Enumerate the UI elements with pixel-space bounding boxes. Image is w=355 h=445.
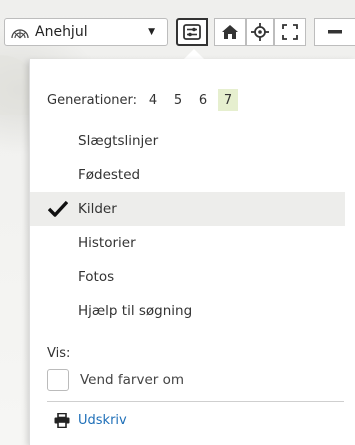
fullscreen-button[interactable] (274, 18, 306, 46)
menu-item-label: Fotos (78, 269, 115, 285)
menu-item-label: Fødested (78, 167, 141, 183)
menu-item-label: Hjælp til søgning (78, 303, 193, 319)
generations-row: Generationer: 4 5 6 7 (47, 89, 243, 111)
center-button[interactable] (246, 18, 274, 46)
fullscreen-icon (282, 24, 298, 40)
settings-dropdown-panel: Generationer: 4 5 6 7 Slægtslinjer Fødes… (29, 59, 355, 445)
chart-type-select[interactable]: Anehjul ▼ (4, 18, 168, 46)
divider (47, 401, 344, 402)
generation-option-4[interactable]: 4 (143, 89, 163, 111)
panel-pointer (184, 49, 204, 59)
chart-toolbar: Anehjul ▼ (0, 0, 355, 46)
menu-item-label: Slægtslinjer (78, 133, 159, 149)
invert-colors-option[interactable]: Vend farver om (47, 369, 184, 391)
menu-item-hjaelp-til-soegning[interactable]: Hjælp til søgning (30, 294, 345, 328)
zoom-out-button[interactable] (314, 18, 355, 46)
menu-item-fotos[interactable]: Fotos (30, 260, 345, 294)
generation-option-5[interactable]: 5 (168, 89, 188, 111)
menu-item-label: Kilder (78, 201, 117, 217)
printer-icon (54, 413, 70, 428)
menu-item-historier[interactable]: Historier (30, 226, 345, 260)
fan-chart-icon (11, 29, 29, 39)
home-icon (222, 25, 238, 39)
crosshair-icon (251, 23, 269, 41)
print-link[interactable]: Udskriv (54, 413, 127, 428)
menu-item-foedested[interactable]: Fødested (30, 158, 345, 192)
settings-button[interactable] (176, 18, 208, 46)
chevron-down-icon: ▼ (148, 27, 155, 37)
show-section-label: Vis: (47, 346, 71, 361)
generation-option-6[interactable]: 6 (193, 89, 213, 111)
menu-item-label: Historier (78, 235, 136, 251)
print-label: Udskriv (78, 413, 127, 428)
settings-icon (183, 24, 201, 40)
minus-icon (328, 30, 342, 34)
chart-type-label: Anehjul (35, 24, 88, 40)
generation-option-7[interactable]: 7 (218, 89, 239, 111)
invert-colors-label: Vend farver om (80, 372, 185, 388)
checkmark-icon (48, 200, 68, 217)
menu-item-slaegtslinjer[interactable]: Slægtslinjer (30, 124, 345, 158)
invert-colors-checkbox[interactable] (47, 369, 69, 391)
generations-label: Generationer: (47, 92, 138, 108)
home-button[interactable] (214, 18, 246, 46)
menu-item-kilder[interactable]: Kilder (30, 192, 345, 226)
